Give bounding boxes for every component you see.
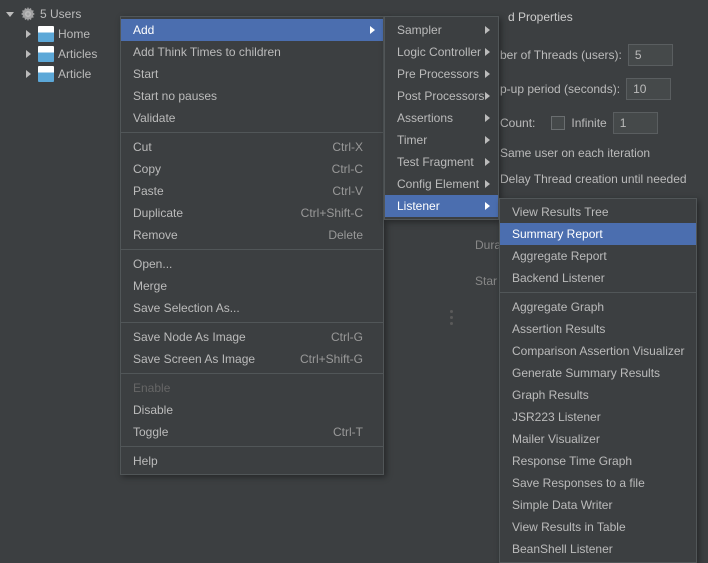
tree-node-child[interactable]: Articles (0, 44, 120, 64)
menu-item-duplicate[interactable]: DuplicateCtrl+Shift-C (121, 202, 383, 224)
menu-item-listener[interactable]: Listener (385, 195, 498, 217)
submenu-listener: View Results Tree Summary Report Aggrega… (499, 198, 697, 563)
menu-item-beanshell-listener[interactable]: BeanShell Listener (500, 538, 696, 560)
expand-arrow-icon[interactable] (6, 12, 14, 17)
expand-arrow-icon[interactable] (26, 50, 31, 58)
rampup-input[interactable] (626, 78, 671, 100)
menu-separator (500, 292, 696, 293)
submenu-arrow-icon (485, 180, 490, 188)
menu-item-summary-report[interactable]: Summary Report (500, 223, 696, 245)
submenu-arrow-icon (485, 158, 490, 166)
submenu-arrow-icon (485, 136, 490, 144)
menu-item-merge[interactable]: Merge (121, 275, 383, 297)
tree-node-child[interactable]: Article (0, 64, 120, 84)
menu-item-timer[interactable]: Timer (385, 129, 498, 151)
menu-item-aggregate-graph[interactable]: Aggregate Graph (500, 296, 696, 318)
sampler-icon (38, 26, 54, 42)
menu-item-disable[interactable]: Disable (121, 399, 383, 421)
loop-count-label: Count: (500, 116, 535, 130)
expand-arrow-icon[interactable] (26, 70, 31, 78)
splitter-handle[interactable] (450, 310, 453, 325)
menu-item-add[interactable]: Add (121, 19, 383, 41)
infinite-label: Infinite (571, 116, 606, 130)
tree-node-child[interactable]: Home (0, 24, 120, 44)
submenu-arrow-icon (485, 114, 490, 122)
delay-thread-label: Delay Thread creation until needed (500, 172, 687, 186)
submenu-arrow-icon (485, 70, 490, 78)
menu-item-mailer-visualizer[interactable]: Mailer Visualizer (500, 428, 696, 450)
threads-input[interactable] (628, 44, 673, 66)
tree-label: Articles (58, 47, 97, 61)
submenu-add: Sampler Logic Controller Pre Processors … (384, 16, 499, 220)
infinite-checkbox[interactable] (551, 116, 565, 130)
menu-item-assertion-results[interactable]: Assertion Results (500, 318, 696, 340)
menu-item-help[interactable]: Help (121, 450, 383, 472)
menu-item-toggle[interactable]: ToggleCtrl-T (121, 421, 383, 443)
menu-item-add-think-times[interactable]: Add Think Times to children (121, 41, 383, 63)
context-menu: Add Add Think Times to children Start St… (120, 16, 384, 475)
tree-label: 5 Users (40, 7, 81, 21)
menu-separator (121, 446, 383, 447)
menu-item-save-responses[interactable]: Save Responses to a file (500, 472, 696, 494)
menu-item-logic-controller[interactable]: Logic Controller (385, 41, 498, 63)
submenu-arrow-icon (370, 26, 375, 34)
menu-item-save-selection[interactable]: Save Selection As... (121, 297, 383, 319)
test-plan-tree: 5 Users Home Articles Article (0, 0, 120, 549)
menu-item-post-processors[interactable]: Post Processors (385, 85, 498, 107)
menu-item-enable: Enable (121, 377, 383, 399)
menu-item-simple-data-writer[interactable]: Simple Data Writer (500, 494, 696, 516)
tree-label: Article (58, 67, 91, 81)
menu-item-pre-processors[interactable]: Pre Processors (385, 63, 498, 85)
menu-item-open[interactable]: Open... (121, 253, 383, 275)
submenu-arrow-icon (485, 48, 490, 56)
tree-label: Home (58, 27, 90, 41)
menu-item-start-no-pauses[interactable]: Start no pauses (121, 85, 383, 107)
menu-item-jsr223-listener[interactable]: JSR223 Listener (500, 406, 696, 428)
menu-item-view-results-table[interactable]: View Results in Table (500, 516, 696, 538)
menu-item-validate[interactable]: Validate (121, 107, 383, 129)
submenu-arrow-icon (485, 26, 490, 34)
menu-separator (121, 373, 383, 374)
menu-item-save-node-image[interactable]: Save Node As ImageCtrl-G (121, 326, 383, 348)
menu-item-cut[interactable]: CutCtrl-X (121, 136, 383, 158)
menu-item-remove[interactable]: RemoveDelete (121, 224, 383, 246)
menu-item-comparison-assertion[interactable]: Comparison Assertion Visualizer (500, 340, 696, 362)
menu-item-aggregate-report[interactable]: Aggregate Report (500, 245, 696, 267)
same-user-label: Same user on each iteration (500, 146, 650, 160)
menu-item-response-time-graph[interactable]: Response Time Graph (500, 450, 696, 472)
menu-separator (121, 132, 383, 133)
duration-label-fragment: Dura (475, 238, 501, 252)
menu-item-generate-summary[interactable]: Generate Summary Results (500, 362, 696, 384)
submenu-arrow-icon (485, 92, 490, 100)
sampler-icon (38, 46, 54, 62)
sampler-icon (38, 66, 54, 82)
startup-label-fragment: Star (475, 274, 497, 288)
menu-item-config-element[interactable]: Config Element (385, 173, 498, 195)
rampup-label: p-up period (seconds): (500, 82, 620, 96)
expand-arrow-icon[interactable] (26, 30, 31, 38)
gear-icon (20, 6, 36, 22)
menu-item-start[interactable]: Start (121, 63, 383, 85)
menu-item-copy[interactable]: CopyCtrl-C (121, 158, 383, 180)
menu-item-save-screen-image[interactable]: Save Screen As ImageCtrl+Shift-G (121, 348, 383, 370)
menu-item-assertions[interactable]: Assertions (385, 107, 498, 129)
menu-item-view-results-tree[interactable]: View Results Tree (500, 201, 696, 223)
menu-item-paste[interactable]: PasteCtrl-V (121, 180, 383, 202)
menu-separator (121, 322, 383, 323)
loop-count-input[interactable] (613, 112, 658, 134)
menu-separator (121, 249, 383, 250)
menu-item-sampler[interactable]: Sampler (385, 19, 498, 41)
menu-item-graph-results[interactable]: Graph Results (500, 384, 696, 406)
tree-node-root[interactable]: 5 Users (0, 4, 120, 24)
menu-item-test-fragment[interactable]: Test Fragment (385, 151, 498, 173)
menu-item-backend-listener[interactable]: Backend Listener (500, 267, 696, 289)
threads-label: ber of Threads (users): (500, 48, 622, 62)
submenu-arrow-icon (485, 202, 490, 210)
